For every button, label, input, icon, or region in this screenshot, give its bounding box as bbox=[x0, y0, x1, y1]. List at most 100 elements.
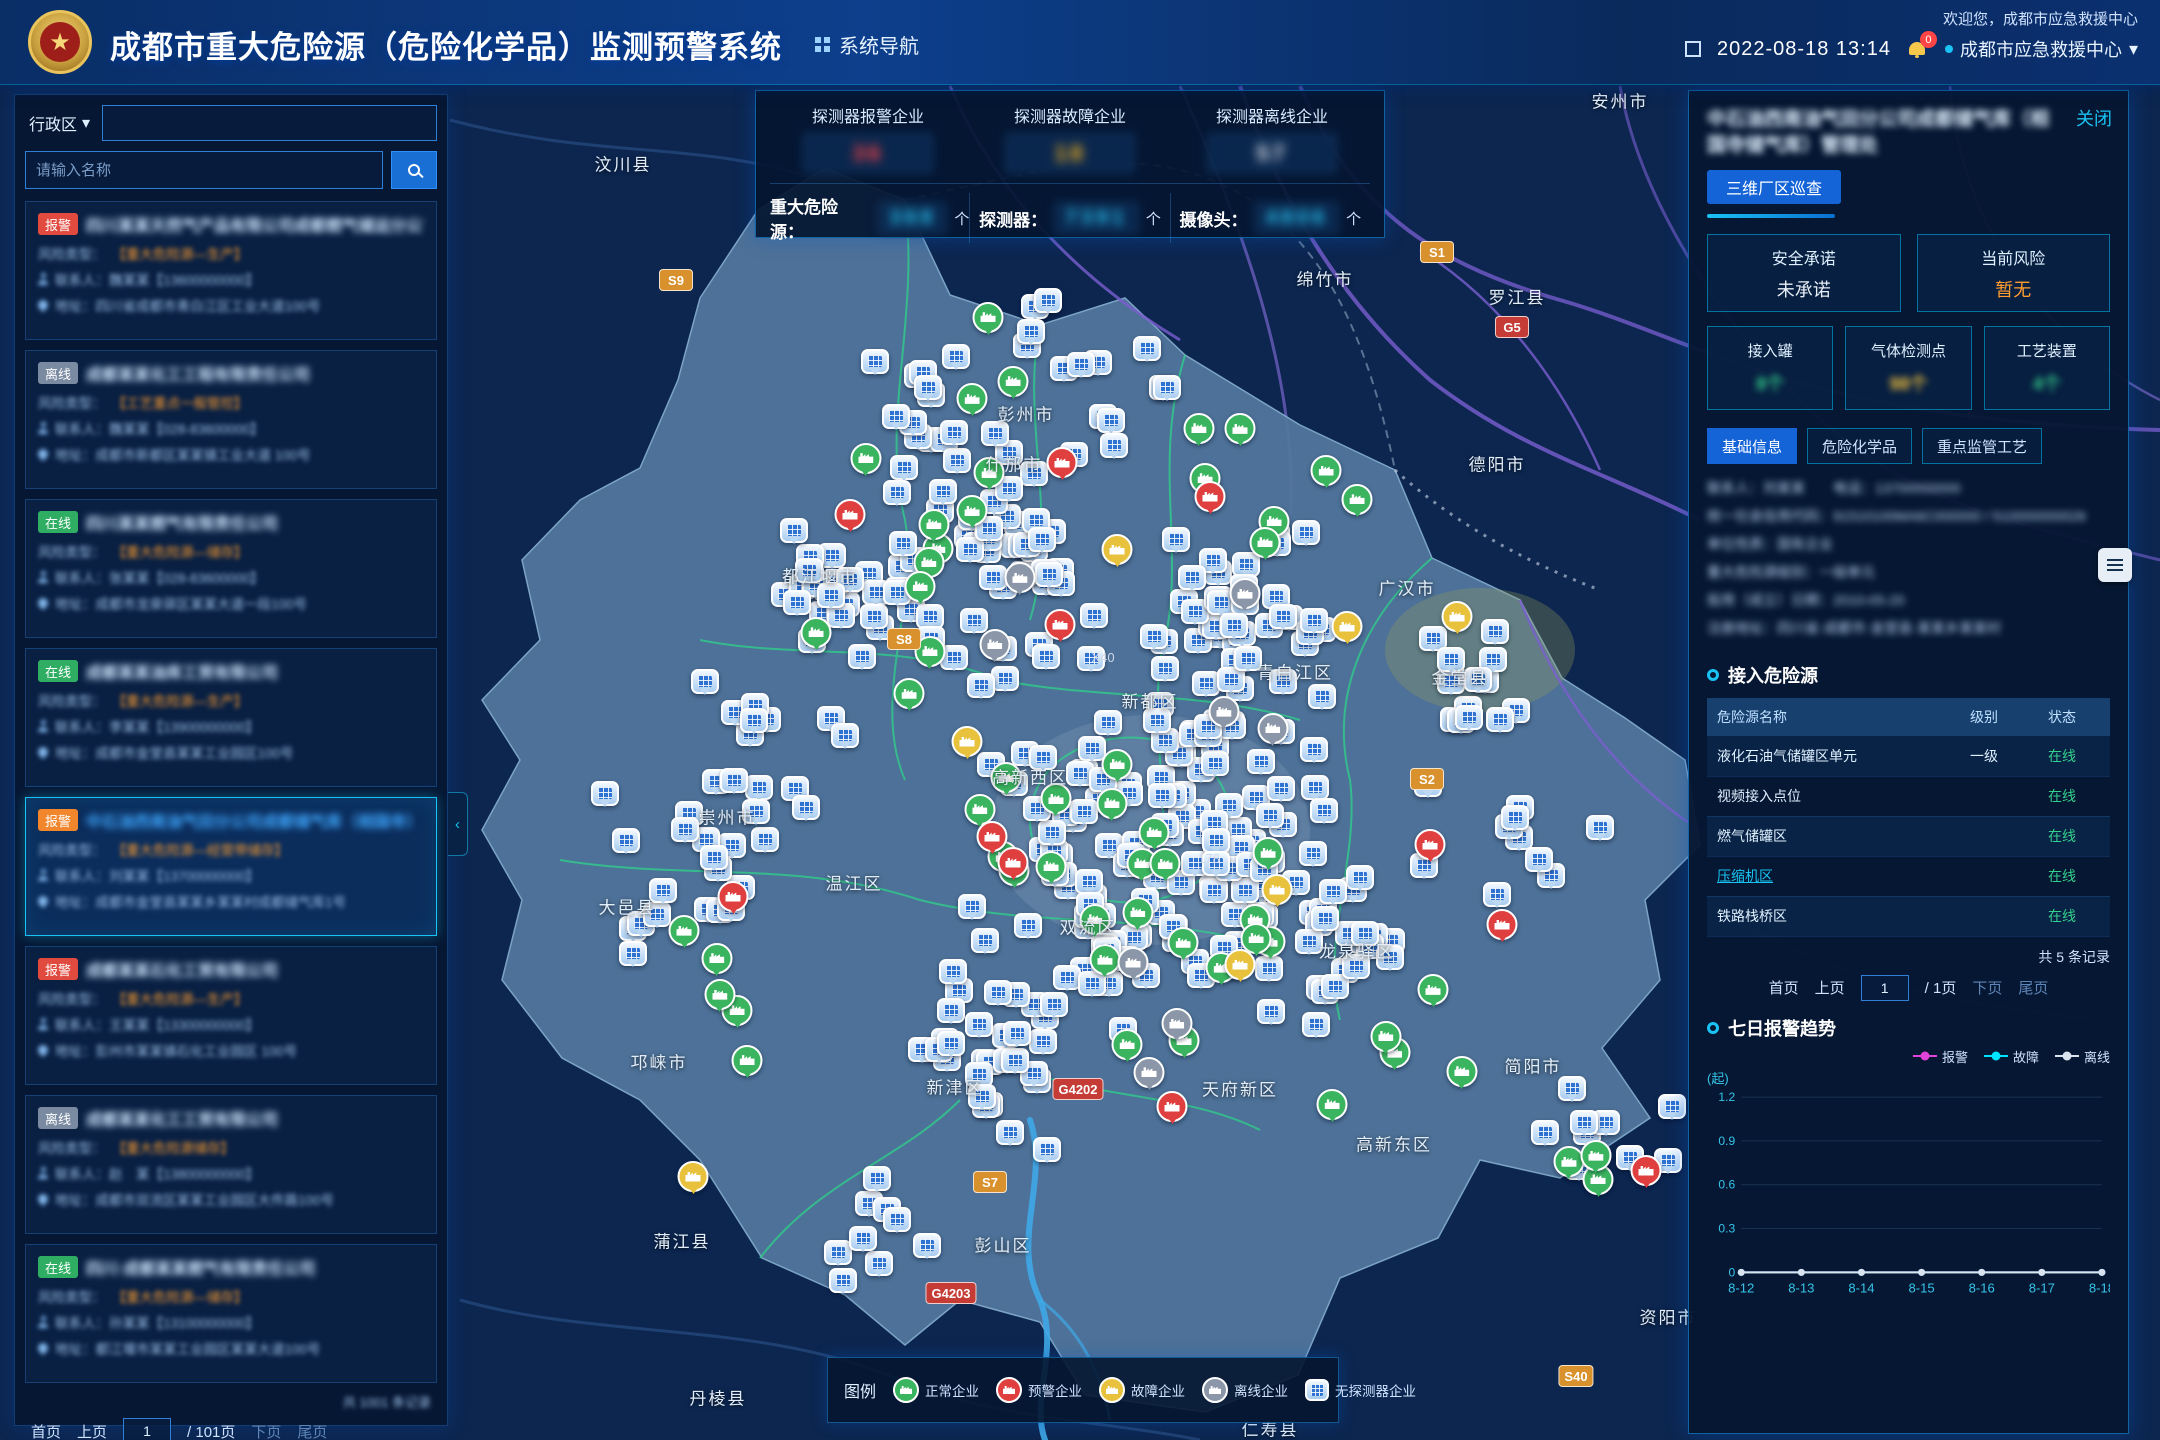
map-marker-normal[interactable] bbox=[1036, 851, 1067, 882]
map-marker-alarm[interactable] bbox=[1631, 1155, 1662, 1186]
map-marker-no-detector[interactable] bbox=[792, 795, 820, 820]
system-nav-button[interactable]: 系统导航 bbox=[815, 30, 919, 59]
panel-expand-button[interactable] bbox=[2098, 548, 2132, 582]
map-marker-no-detector[interactable] bbox=[671, 817, 699, 842]
tab-基础信息[interactable]: 基础信息 bbox=[1707, 428, 1797, 464]
map-marker-no-detector[interactable] bbox=[649, 878, 677, 903]
map-marker-no-detector[interactable] bbox=[861, 349, 889, 374]
map-marker-no-detector[interactable] bbox=[968, 1084, 996, 1109]
hazard-row[interactable]: 铁路栈桥区在线 bbox=[1707, 896, 2110, 936]
map-marker-normal[interactable] bbox=[1225, 413, 1256, 444]
map-marker-fault[interactable] bbox=[952, 726, 983, 757]
map-marker-no-detector[interactable] bbox=[883, 1207, 911, 1232]
map-marker-no-detector[interactable] bbox=[1342, 954, 1370, 979]
map-marker-alarm[interactable] bbox=[1047, 447, 1078, 478]
map-marker-no-detector[interactable] bbox=[1202, 828, 1230, 853]
map-marker-no-detector[interactable] bbox=[829, 1268, 857, 1293]
map-marker-normal[interactable] bbox=[894, 678, 925, 709]
company-card[interactable]: 在线 四川·成都某某燃气有限责任公司 风险类型：【重大危险源—储存】 联系人：孙… bbox=[25, 1244, 437, 1383]
map-marker-no-detector[interactable] bbox=[1351, 921, 1379, 946]
map-marker-no-detector[interactable] bbox=[1257, 999, 1285, 1024]
map-marker-no-detector[interactable] bbox=[913, 1233, 941, 1258]
hazard-row[interactable]: 压缩机区在线 bbox=[1707, 856, 2110, 896]
map-marker-no-detector[interactable] bbox=[1094, 710, 1122, 735]
map-marker-no-detector[interactable] bbox=[619, 941, 647, 966]
map-marker-normal[interactable] bbox=[1112, 1029, 1143, 1060]
map-marker-no-detector[interactable] bbox=[958, 894, 986, 919]
map-marker-no-detector[interactable] bbox=[1376, 945, 1404, 970]
map-marker-no-detector[interactable] bbox=[984, 980, 1012, 1005]
map-marker-no-detector[interactable] bbox=[795, 558, 823, 583]
map-marker-no-detector[interactable] bbox=[1178, 565, 1206, 590]
map-marker-normal[interactable] bbox=[974, 457, 1005, 488]
map-marker-no-detector[interactable] bbox=[991, 666, 1019, 691]
map-marker-no-detector[interactable] bbox=[1311, 906, 1339, 931]
pagination-first[interactable]: 首页 bbox=[31, 1421, 61, 1440]
map-marker-normal[interactable] bbox=[669, 915, 700, 946]
fullscreen-icon[interactable] bbox=[1685, 41, 1701, 57]
map-marker-normal[interactable] bbox=[1580, 1140, 1611, 1171]
map-marker-no-detector[interactable] bbox=[1029, 745, 1057, 770]
map-marker-no-detector[interactable] bbox=[1308, 684, 1336, 709]
map-marker-no-detector[interactable] bbox=[1080, 603, 1108, 628]
map-marker-no-detector[interactable] bbox=[965, 1062, 993, 1087]
map-marker-offline[interactable] bbox=[1208, 696, 1239, 727]
map-marker-no-detector[interactable] bbox=[1301, 775, 1329, 800]
map-marker-fault[interactable] bbox=[678, 1161, 709, 1192]
map-marker-normal[interactable] bbox=[701, 943, 732, 974]
pagination-last[interactable]: 尾页 bbox=[297, 1421, 327, 1440]
map-marker-no-detector[interactable] bbox=[890, 455, 918, 480]
map-marker-no-detector[interactable] bbox=[1153, 375, 1181, 400]
pagination-next[interactable]: 下页 bbox=[251, 1421, 281, 1440]
map-marker-no-detector[interactable] bbox=[1140, 624, 1168, 649]
map-marker-no-detector[interactable] bbox=[1034, 288, 1062, 313]
map-marker-no-detector[interactable] bbox=[1067, 352, 1095, 377]
map-marker-no-detector[interactable] bbox=[817, 583, 845, 608]
map-marker-offline[interactable] bbox=[1257, 713, 1288, 744]
map-marker-no-detector[interactable] bbox=[1269, 669, 1297, 694]
map-marker-normal[interactable] bbox=[1418, 974, 1449, 1005]
map-marker-no-detector[interactable] bbox=[929, 479, 957, 504]
map-marker-no-detector[interactable] bbox=[889, 531, 917, 556]
map-marker-no-detector[interactable] bbox=[740, 708, 768, 733]
map-marker-no-detector[interactable] bbox=[937, 998, 965, 1023]
map-marker-no-detector[interactable] bbox=[751, 827, 779, 852]
map-marker-no-detector[interactable] bbox=[783, 590, 811, 615]
map-marker-no-detector[interactable] bbox=[1014, 913, 1042, 938]
map-marker-no-detector[interactable] bbox=[1033, 1137, 1061, 1162]
company-card[interactable]: 在线 成都某某油库工贸有限公司 风险类型：【重大危险源—生产】 联系人：李某某【… bbox=[25, 648, 437, 787]
map-marker-no-detector[interactable] bbox=[942, 344, 970, 369]
map-marker-no-detector[interactable] bbox=[1097, 408, 1125, 433]
map-marker-no-detector[interactable] bbox=[849, 1226, 877, 1251]
map-marker-normal[interactable] bbox=[1253, 837, 1284, 868]
hazard-row[interactable]: 燃气储罐区在线 bbox=[1707, 816, 2110, 856]
map-marker-normal[interactable] bbox=[1168, 927, 1199, 958]
region-filter-dropdown[interactable]: 行政区▾ bbox=[25, 105, 94, 141]
map-marker-normal[interactable] bbox=[1317, 1089, 1348, 1120]
map-marker-no-detector[interactable] bbox=[965, 1012, 993, 1037]
pagination-prev[interactable]: 上页 bbox=[77, 1421, 107, 1440]
map-marker-no-detector[interactable] bbox=[1483, 882, 1511, 907]
map-marker-no-detector[interactable] bbox=[745, 775, 773, 800]
map-marker-normal[interactable] bbox=[1311, 455, 1342, 486]
map-marker-no-detector[interactable] bbox=[1148, 783, 1176, 808]
map-marker-no-detector[interactable] bbox=[831, 723, 859, 748]
map-marker-alarm[interactable] bbox=[718, 881, 749, 912]
region-filter-value-box[interactable] bbox=[102, 105, 437, 141]
map-marker-no-detector[interactable] bbox=[1028, 527, 1056, 552]
map-marker-no-detector[interactable] bbox=[700, 845, 728, 870]
map-marker-no-detector[interactable] bbox=[1077, 646, 1105, 671]
map-marker-no-detector[interactable] bbox=[1501, 805, 1529, 830]
pagination-page-input[interactable] bbox=[123, 1418, 171, 1440]
map-marker-normal[interactable] bbox=[1150, 848, 1181, 879]
map-marker-no-detector[interactable] bbox=[1269, 604, 1297, 629]
map-marker-no-detector[interactable] bbox=[848, 644, 876, 669]
map-marker-offline[interactable] bbox=[1118, 947, 1149, 978]
map-marker-no-detector[interactable] bbox=[780, 518, 808, 543]
map-marker-no-detector[interactable] bbox=[1658, 1094, 1686, 1119]
org-dropdown[interactable]: 成都市应急救援中心 ▾ bbox=[1945, 36, 2138, 62]
map-marker-no-detector[interactable] bbox=[1300, 608, 1328, 633]
map-marker-fault[interactable] bbox=[1442, 601, 1473, 632]
map-marker-alarm[interactable] bbox=[998, 847, 1029, 878]
map-marker-no-detector[interactable] bbox=[1525, 847, 1553, 872]
